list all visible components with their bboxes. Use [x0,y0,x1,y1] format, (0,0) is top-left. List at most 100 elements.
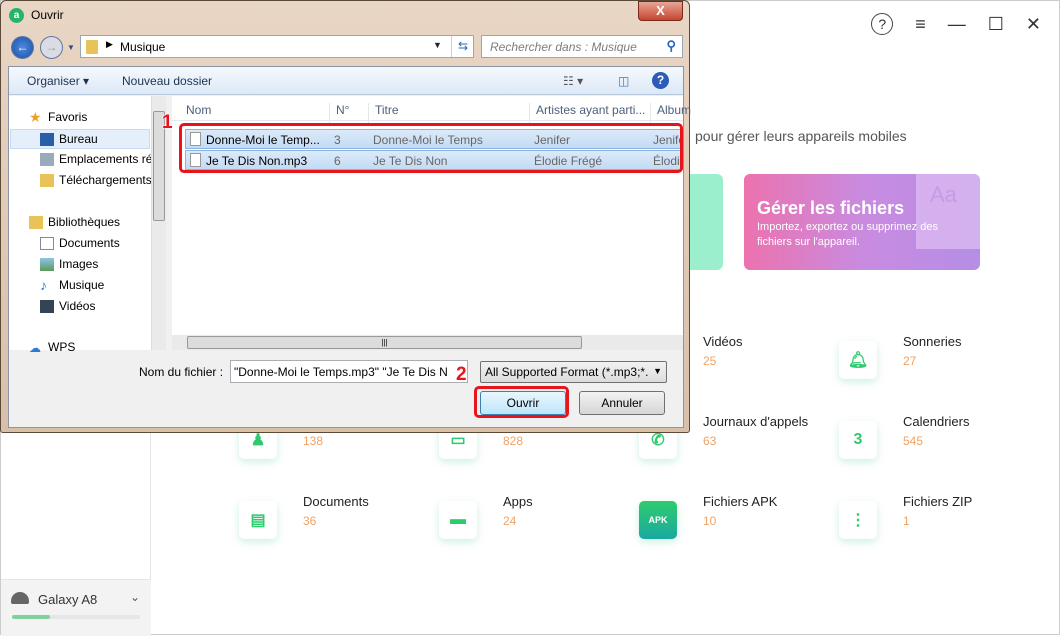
filename-label: Nom du fichier : [139,365,223,379]
col-nom[interactable]: Nom [180,103,211,125]
app-subtitle: pour gérer leurs appareils mobiles [695,128,907,144]
nav-downloads[interactable]: Téléchargements [40,173,151,187]
cancel-button[interactable]: Annuler [579,391,665,415]
annotation-box-2 [474,386,569,418]
preview-pane-icon[interactable]: ◫ [618,74,629,88]
navigation-pane: ★Favoris Bureau Emplacements récents Tél… [9,96,151,350]
category-label: Vidéos [703,334,743,349]
col-number[interactable]: N° [329,103,349,125]
filename-input[interactable]: "Donne-Moi le Temps.mp3" "Je Te Dis N [230,360,468,383]
scroll-thumb[interactable]: ||| [187,336,582,349]
calendar-icon: 3 [839,421,877,459]
col-album[interactable]: Album [650,103,691,125]
new-folder-button[interactable]: Nouveau dossier [122,74,212,88]
folder-icon [86,40,98,54]
nav-recent[interactable]: Emplacements récents [40,152,151,166]
cloud-icon: ☁ [29,341,43,354]
history-dropdown-icon[interactable]: ▼ [67,43,75,52]
category-fichiers-zip[interactable]: ⋮Fichiers ZIP1 [839,501,1029,551]
category-label: Apps [503,494,533,509]
dialog-close-button[interactable]: X [638,1,683,21]
address-bar[interactable]: ▶ Musique ▼ ⇆ [80,35,474,58]
search-icon[interactable]: ⚲ [666,38,676,54]
category-sonneries[interactable]: 🔔︎Sonneries27 [839,341,1029,391]
category-apps[interactable]: ▬Apps24 [439,501,629,551]
device-name: Galaxy A8 [38,592,97,607]
recent-places-icon [40,153,54,166]
card-description: Importez, exportez ou supprimez des fich… [757,220,967,250]
breadcrumb-arrow-icon[interactable]: ▶ [106,39,113,50]
category-label: Fichiers ZIP [903,494,972,509]
forward-button[interactable]: → [40,36,63,59]
category-label: Documents [303,494,369,509]
refresh-icon[interactable]: ⇆ [451,36,474,57]
view-options-icon[interactable]: ☷ ▾ [563,74,583,88]
help-icon[interactable]: ? [871,13,893,35]
manage-files-card[interactable]: Aa Gérer les fichiers Importez, exportez… [744,174,980,270]
category-count: 27 [903,354,916,368]
desktop-icon [40,133,54,146]
organise-button[interactable]: Organiser ▾ [27,74,89,88]
category-count: 25 [703,354,716,368]
nav-bureau[interactable]: Bureau [10,129,150,149]
android-icon [11,592,29,604]
category-count: 63 [703,434,716,448]
annotation-label-2: 2 [456,364,467,386]
category-label: Calendriers [903,414,969,429]
col-artists[interactable]: Artistes ayant parti... [529,103,645,125]
dialog-title: Ouvrir [31,8,64,22]
annotation-label-1: 1 [162,112,173,134]
category-count: 828 [503,434,523,448]
music-icon: ♪ [40,279,54,292]
category-fichiers-apk[interactable]: APKFichiers APK10 [639,501,829,551]
nav-wps[interactable]: ☁WPS [29,340,75,354]
column-headers: Nom N° Titre Artistes ayant parti... Alb… [172,96,683,121]
annotation-box-1 [179,123,683,173]
search-input[interactable]: Rechercher dans : Musique ⚲ [481,35,683,58]
category-count: 36 [303,514,316,528]
open-file-dialog: a Ouvrir X ← → ▼ ▶ Musique ▼ ⇆ Recherche… [0,0,690,433]
close-icon[interactable]: ✕ [1026,14,1041,35]
apk-icon: APK [639,501,677,539]
col-title[interactable]: Titre [368,103,399,125]
help-icon[interactable]: ? [652,72,669,89]
app-logo-icon: a [9,8,24,23]
zip-icon: ⋮ [839,501,877,539]
chevron-down-icon: ▼ [653,366,662,376]
star-icon: ★ [29,111,43,124]
category-count: 1 [903,514,910,528]
back-button[interactable]: ← [11,36,34,59]
chevron-down-icon[interactable]: ⌄ [130,590,140,604]
nav-images[interactable]: Images [40,257,98,271]
category-label: Sonneries [903,334,962,349]
menu-icon[interactable]: ≡ [915,14,926,35]
address-dropdown-icon[interactable]: ▼ [433,40,442,50]
minimize-icon[interactable]: — [948,14,966,35]
category-calendriers[interactable]: 3Calendriers545 [839,421,1029,471]
file-type-select[interactable]: All Supported Format (*.mp3;*.▼ [480,361,667,383]
breadcrumb-musique[interactable]: Musique [120,40,165,54]
maximize-icon[interactable]: ☐ [988,14,1004,35]
downloads-folder-icon [40,174,54,187]
category-count: 545 [903,434,923,448]
category-count: 10 [703,514,716,528]
document-icon: ▤ [239,501,277,539]
card-title: Gérer les fichiers [757,198,904,219]
category-label: Fichiers APK [703,494,777,509]
nav-libraries[interactable]: Bibliothèques [29,215,120,229]
device-selector[interactable]: Galaxy A8 ⌄ [1,579,151,636]
bell-icon: 🔔︎ [839,341,877,379]
nav-scrollbar[interactable] [151,96,166,350]
document-icon [40,237,54,250]
toolbar: Organiser ▾ Nouveau dossier ☷ ▾ ◫ ? [9,67,683,95]
nav-documents[interactable]: Documents [40,236,120,250]
dialog-body: Organiser ▾ Nouveau dossier ☷ ▾ ◫ ? ★Fav… [8,66,684,428]
horizontal-scrollbar[interactable]: ||| [172,335,683,350]
android-icon: ▬ [439,501,477,539]
nav-favorites[interactable]: ★Favoris [29,110,87,124]
category-documents[interactable]: ▤Documents36 [239,501,429,551]
nav-videos[interactable]: Vidéos [40,299,95,313]
libraries-icon [29,216,43,229]
nav-music[interactable]: ♪Musique [40,278,104,292]
storage-bar [12,615,140,619]
